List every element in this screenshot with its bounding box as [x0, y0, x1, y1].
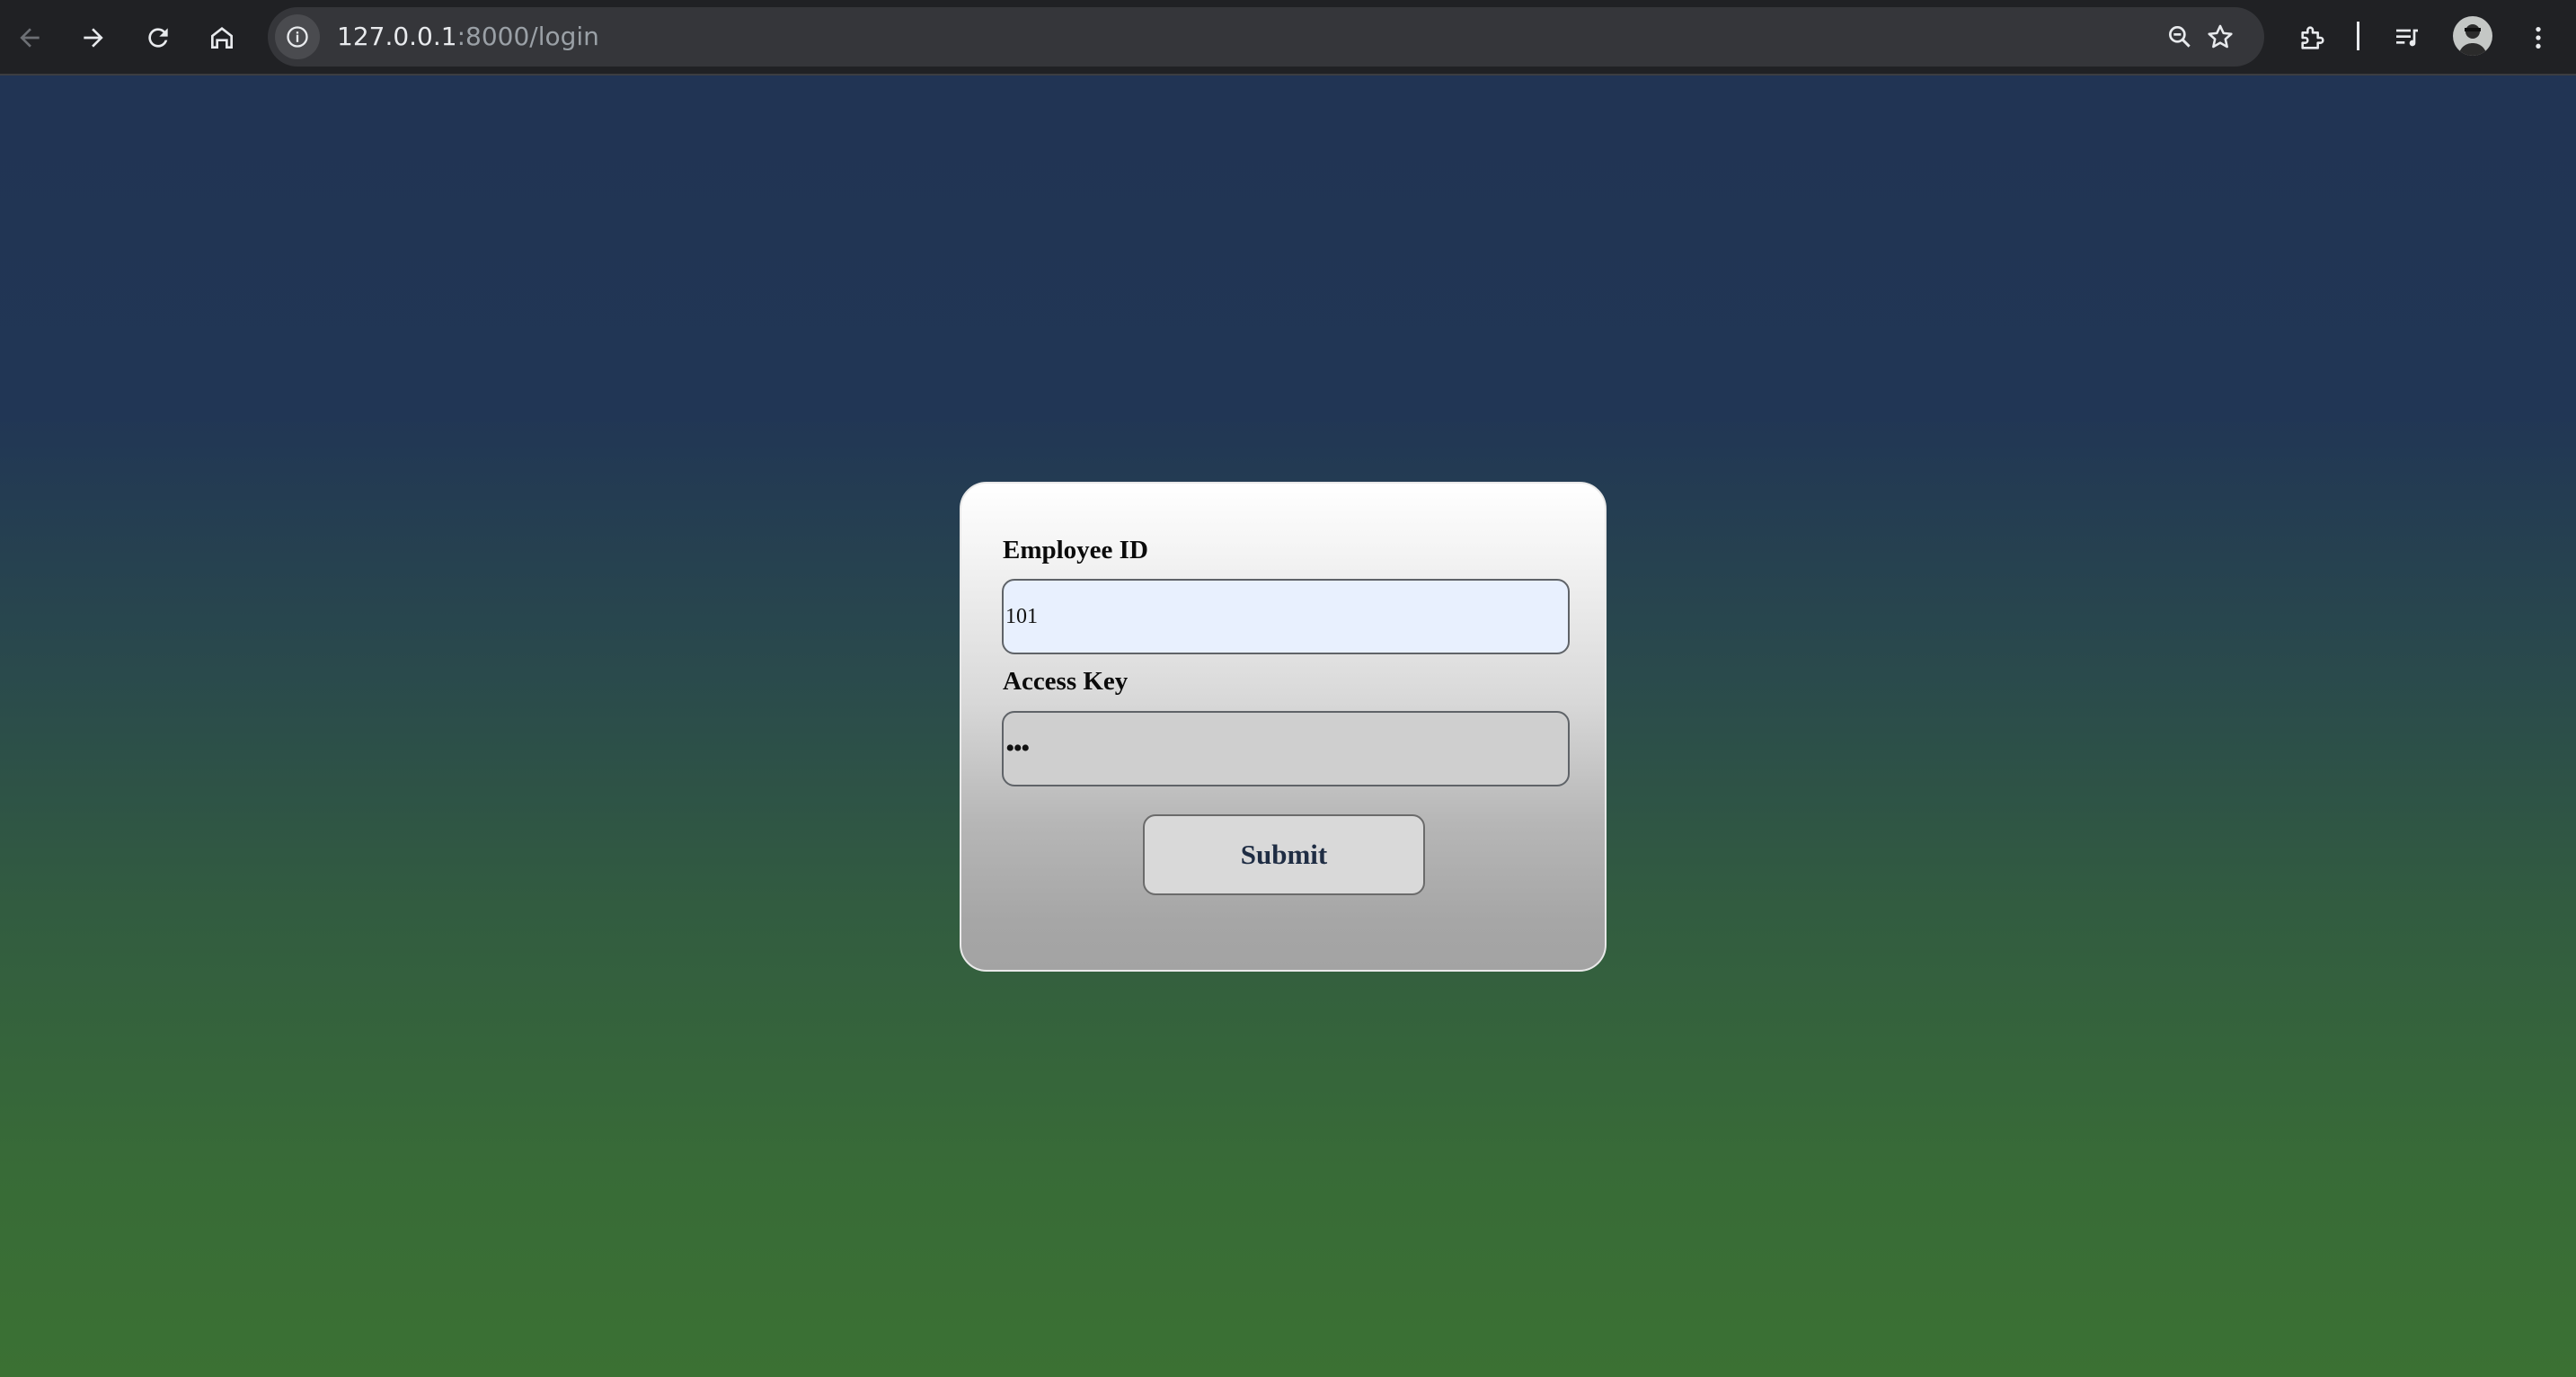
access-key-input[interactable] — [1002, 711, 1570, 786]
site-info-button[interactable] — [275, 14, 320, 59]
url-host: 127.0.0.1 — [337, 22, 457, 51]
more-menu-icon — [2536, 27, 2541, 49]
employee-id-input[interactable] — [1002, 579, 1570, 654]
employee-id-label: Employee ID — [1003, 536, 1148, 564]
extensions-icon — [2301, 26, 2324, 49]
bookmark-star-icon — [2208, 24, 2233, 49]
submit-button[interactable]: Submit — [1143, 814, 1425, 895]
back-arrow-icon — [20, 28, 40, 48]
url-text[interactable]: 127.0.0.1:8000/login — [337, 7, 599, 67]
avatar-icon — [2458, 24, 2487, 56]
profile-avatar[interactable] — [2453, 16, 2492, 56]
toolbar-divider — [2357, 22, 2359, 50]
reload-icon — [148, 28, 168, 48]
page-background: Employee ID Access Key Submit — [0, 76, 2576, 1377]
forward-button[interactable] — [68, 13, 119, 63]
media-control-icon — [2396, 29, 2418, 47]
browser-toolbar: 127.0.0.1:8000/login — [0, 0, 2576, 76]
login-card: Employee ID Access Key Submit — [960, 482, 1607, 972]
forward-arrow-icon — [84, 28, 103, 48]
reload-button[interactable] — [133, 13, 183, 63]
more-menu-button[interactable] — [2513, 13, 2563, 63]
site-info-icon — [287, 26, 308, 48]
home-icon — [211, 27, 233, 49]
back-button[interactable] — [4, 13, 55, 63]
url-path: :8000/login — [456, 22, 599, 51]
access-key-label: Access Key — [1003, 667, 1129, 696]
bookmark-button[interactable] — [2200, 16, 2241, 58]
extensions-button[interactable] — [2288, 13, 2338, 63]
address-bar[interactable]: 127.0.0.1:8000/login — [268, 7, 2264, 67]
zoom-icon — [2169, 25, 2191, 48]
home-button[interactable] — [197, 13, 247, 63]
zoom-button[interactable] — [2159, 16, 2200, 58]
media-control-button[interactable] — [2382, 13, 2432, 63]
